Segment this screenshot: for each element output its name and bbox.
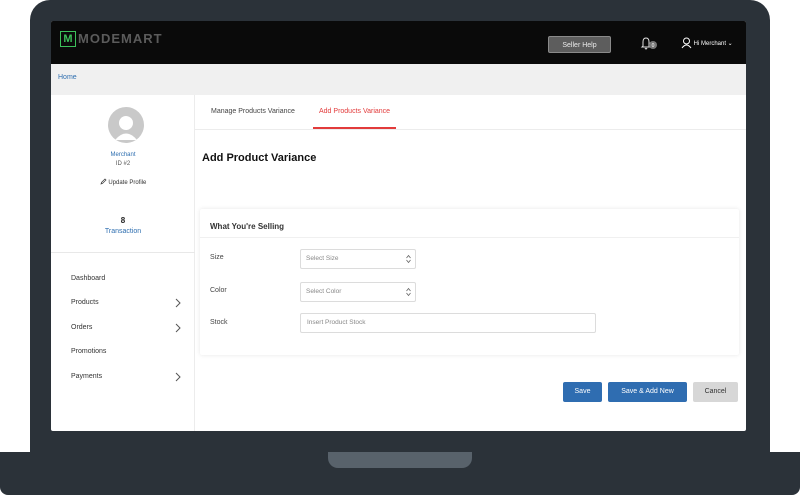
seller-help-button[interactable]: Seller Help <box>548 36 611 53</box>
avatar <box>108 107 144 143</box>
sidebar-item-label: Products <box>71 299 99 306</box>
size-label: Size <box>210 254 224 261</box>
user-menu[interactable]: Hi Merchant ⌄ <box>681 37 733 51</box>
color-label: Color <box>210 287 227 294</box>
breadcrumb-home[interactable]: Home <box>58 74 77 81</box>
chevron-right-icon <box>175 298 181 308</box>
update-profile-label: Update Profile <box>108 180 147 186</box>
sidebar-item-label: Payments <box>71 373 103 380</box>
sidebar-item-label: Dashboard <box>71 275 106 282</box>
transaction-count: 8 <box>120 216 126 225</box>
sidebar-item-promotions[interactable]: Promotions <box>71 345 187 359</box>
app-screen: M MODEMART Seller Help 0 Hi Merchant ⌄ H… <box>51 21 746 431</box>
select-arrows-icon <box>406 287 411 297</box>
sidebar-divider <box>51 252 195 253</box>
select-arrows-icon <box>406 254 411 264</box>
tab-label: Manage Products Variance <box>211 108 295 115</box>
sidebar-item-products[interactable]: Products <box>71 296 187 310</box>
sidebar-item-payments[interactable]: Payments <box>71 370 187 384</box>
color-select[interactable]: Select Color <box>300 282 416 302</box>
notification-button[interactable]: 0 <box>640 37 657 51</box>
size-select[interactable]: Select Size <box>300 249 416 269</box>
laptop-notch <box>328 452 472 468</box>
notification-count: 0 <box>652 43 655 49</box>
variance-form-card: What You're Selling Size Select Size Col… <box>200 209 739 355</box>
save-add-new-button[interactable]: Save & Add New <box>608 382 687 402</box>
breadcrumb: Home <box>51 64 746 95</box>
sidebar-item-label: Promotions <box>71 348 107 355</box>
tab-bar: Manage Products Variance Add Products Va… <box>195 95 746 130</box>
tab-label: Add Products Variance <box>319 108 391 115</box>
user-menu-label: Hi Merchant ⌄ <box>693 41 733 47</box>
profile-name: Merchant <box>110 152 136 158</box>
avatar-person-icon <box>115 116 137 140</box>
section-title: What You're Selling <box>210 222 285 231</box>
sidebar: Merchant ID #2 Update Profile 8 Transact… <box>51 95 195 431</box>
stock-input[interactable]: Insert Product Stock <box>300 313 596 333</box>
update-profile-link[interactable]: Update Profile <box>51 178 195 186</box>
page-title: Add Product Variance <box>202 152 317 164</box>
chevron-right-icon <box>175 323 181 333</box>
bell-icon: 0 <box>640 37 657 50</box>
cancel-button[interactable]: Cancel <box>693 382 738 402</box>
sidebar-item-dashboard[interactable]: Dashboard <box>71 272 187 286</box>
stock-input-placeholder: Insert Product Stock <box>307 319 366 326</box>
transaction-link[interactable]: Transaction <box>51 228 195 235</box>
color-select-value: Select Color <box>306 288 342 295</box>
pencil-icon <box>100 178 107 185</box>
logo-text[interactable]: MODEMART <box>78 31 163 47</box>
save-button[interactable]: Save <box>563 382 602 402</box>
user-icon <box>681 37 692 49</box>
stock-label: Stock <box>210 319 228 326</box>
sidebar-item-orders[interactable]: Orders <box>71 321 187 335</box>
sidebar-item-label: Orders <box>71 324 93 331</box>
tab-add-products-variance[interactable]: Add Products Variance <box>313 95 397 129</box>
chevron-right-icon <box>175 372 181 382</box>
card-divider <box>200 237 739 238</box>
profile-id: ID #2 <box>115 161 131 167</box>
top-bar: M MODEMART Seller Help 0 Hi Merchant ⌄ <box>51 21 746 64</box>
size-select-value: Select Size <box>306 255 339 262</box>
tab-manage-products-variance[interactable]: Manage Products Variance <box>211 95 295 129</box>
logo-mark[interactable]: M <box>60 31 76 47</box>
